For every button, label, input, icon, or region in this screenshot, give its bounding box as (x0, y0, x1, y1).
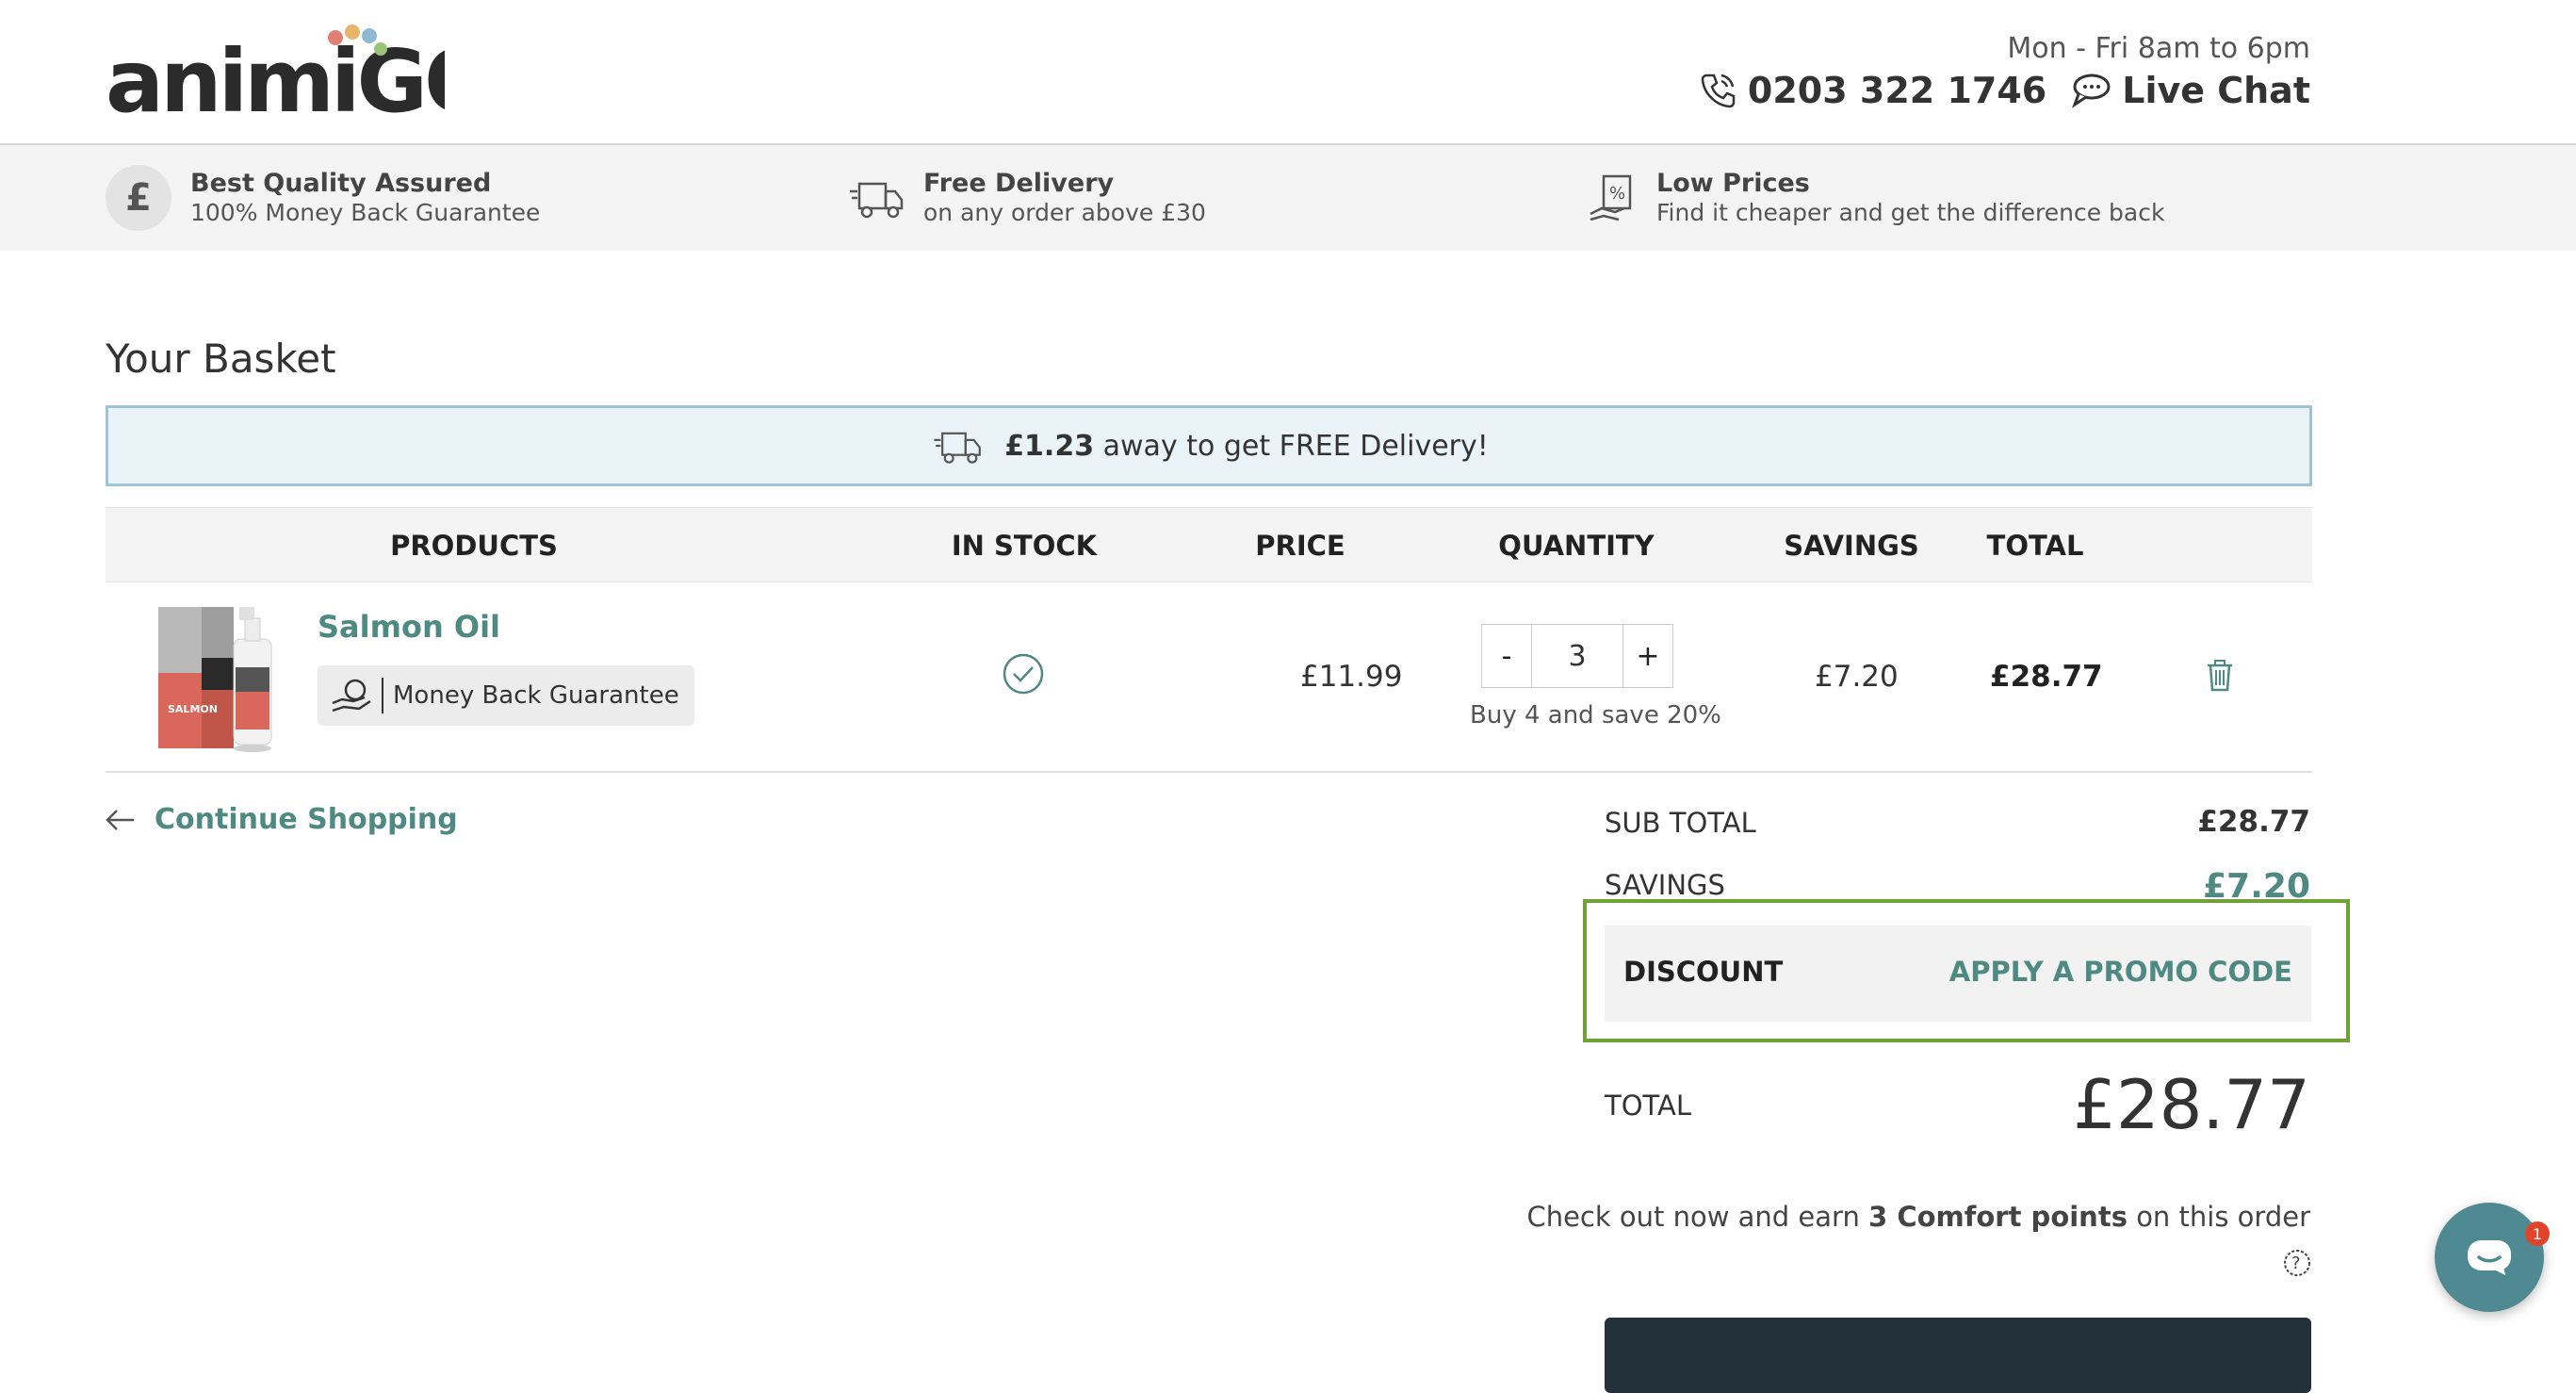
item-total: £28.77 (1990, 660, 2103, 694)
site-header: animiGO Mon - Fri 8am to 6pm 0203 322 17… (0, 0, 2576, 145)
product-name-link[interactable]: Salmon Oil (318, 609, 500, 645)
column-header-total: TOTAL (1986, 530, 2084, 562)
badge-divider (382, 678, 383, 713)
decrease-quantity-button[interactable]: - (1482, 625, 1531, 687)
subtotal-label: SUB TOTAL (1605, 807, 1756, 839)
animigo-logo[interactable]: animiGO (106, 25, 445, 119)
unit-price: £11.99 (1300, 660, 1403, 694)
chat-widget-icon (2468, 1240, 2511, 1275)
column-header-savings: SAVINGS (1784, 530, 1919, 562)
free-delivery-amount: £1.23 (1004, 429, 1095, 463)
points-amount: 3 Comfort points (1868, 1201, 2128, 1233)
column-header-in-stock: IN STOCK (951, 530, 1098, 562)
item-savings: £7.20 (1815, 660, 1899, 694)
chat-icon (2072, 74, 2111, 108)
svg-text:SALMON: SALMON (168, 703, 218, 715)
trash-icon[interactable] (2206, 660, 2234, 692)
opening-hours: Mon - Fri 8am to 6pm (2007, 32, 2310, 65)
usp-title: Low Prices (1656, 169, 1810, 198)
points-text-pre: Check out now and earn (1526, 1201, 1860, 1233)
delivery-truck-icon (850, 182, 904, 219)
chat-widget-button[interactable] (2435, 1203, 2544, 1312)
subtotal-value: £28.77 (2197, 805, 2310, 839)
live-chat-label: Live Chat (2122, 70, 2310, 111)
usp-title: Free Delivery (923, 169, 1115, 198)
phone-icon (1701, 74, 1736, 108)
checkout-button[interactable] (1605, 1318, 2311, 1393)
pound-icon: £ (106, 165, 171, 231)
quantity-stepper: - + (1481, 624, 1673, 688)
usp-quality: £ Best Quality Assured 100% Money Back G… (106, 145, 540, 251)
price-tag-icon: % (1590, 174, 1632, 221)
continue-shopping-link[interactable]: Continue Shopping (106, 803, 458, 836)
arrow-left-icon (106, 809, 134, 830)
usp-subtitle: 100% Money Back Guarantee (190, 199, 541, 226)
usp-subtitle: Find it cheaper and get the difference b… (1656, 199, 2165, 226)
highlight-outline (1583, 899, 2350, 1042)
svg-text:animiGO: animiGO (106, 31, 445, 119)
basket-table-header: PRODUCTS IN STOCK PRICE QUANTITY SAVINGS… (106, 507, 2312, 582)
quantity-input[interactable] (1531, 625, 1623, 687)
increase-quantity-button[interactable]: + (1623, 625, 1672, 687)
phone-link[interactable]: 0203 322 1746 (1699, 70, 2046, 111)
continue-shopping-label: Continue Shopping (155, 803, 458, 836)
live-chat-link[interactable]: Live Chat (2071, 70, 2310, 111)
column-header-quantity: QUANTITY (1498, 530, 1655, 562)
in-stock-check-icon (1003, 653, 1044, 695)
savings-label: SAVINGS (1605, 869, 1725, 901)
help-question-icon[interactable]: ? (2282, 1248, 2312, 1278)
column-header-products: PRODUCTS (390, 530, 558, 562)
table-row: SALMON Salmon Oil Money Back Guarantee £… (106, 582, 2312, 773)
points-text-post: on this order (2136, 1201, 2310, 1233)
usp-bar: £ Best Quality Assured 100% Money Back G… (0, 145, 2576, 251)
svg-text:%: % (1609, 184, 1625, 204)
order-total: £28.77 (2073, 1065, 2310, 1144)
comfort-points-note: Check out now and earn 3 Comfort points … (1526, 1201, 2310, 1233)
svg-text:?: ? (2291, 1254, 2301, 1273)
badge-label: Money Back Guarantee (393, 681, 679, 710)
usp-prices: % Low Prices Find it cheaper and get the… (1587, 145, 2164, 251)
page-title: Your Basket (106, 336, 336, 382)
column-header-price: PRICE (1255, 530, 1345, 562)
usp-title: Best Quality Assured (190, 169, 492, 198)
phone-number: 0203 322 1746 (1747, 70, 2047, 111)
money-back-badge: Money Back Guarantee (318, 665, 694, 726)
chat-notification-badge: 1 (2525, 1221, 2550, 1246)
free-delivery-text: away to get FREE Delivery! (1102, 429, 1489, 463)
usp-subtitle: on any order above £30 (923, 199, 1206, 226)
money-back-hand-icon (332, 679, 371, 713)
contact-row: 0203 322 1746 Live Chat (1699, 70, 2310, 111)
free-delivery-banner: £1.23 away to get FREE Delivery! (106, 405, 2312, 486)
usp-delivery: Free Delivery on any order above £30 (848, 145, 1206, 251)
total-label: TOTAL (1605, 1090, 1691, 1122)
multibuy-offer: Buy 4 and save 20% (1470, 701, 1721, 729)
product-image[interactable]: SALMON (155, 601, 286, 758)
delivery-truck-icon (934, 432, 982, 464)
